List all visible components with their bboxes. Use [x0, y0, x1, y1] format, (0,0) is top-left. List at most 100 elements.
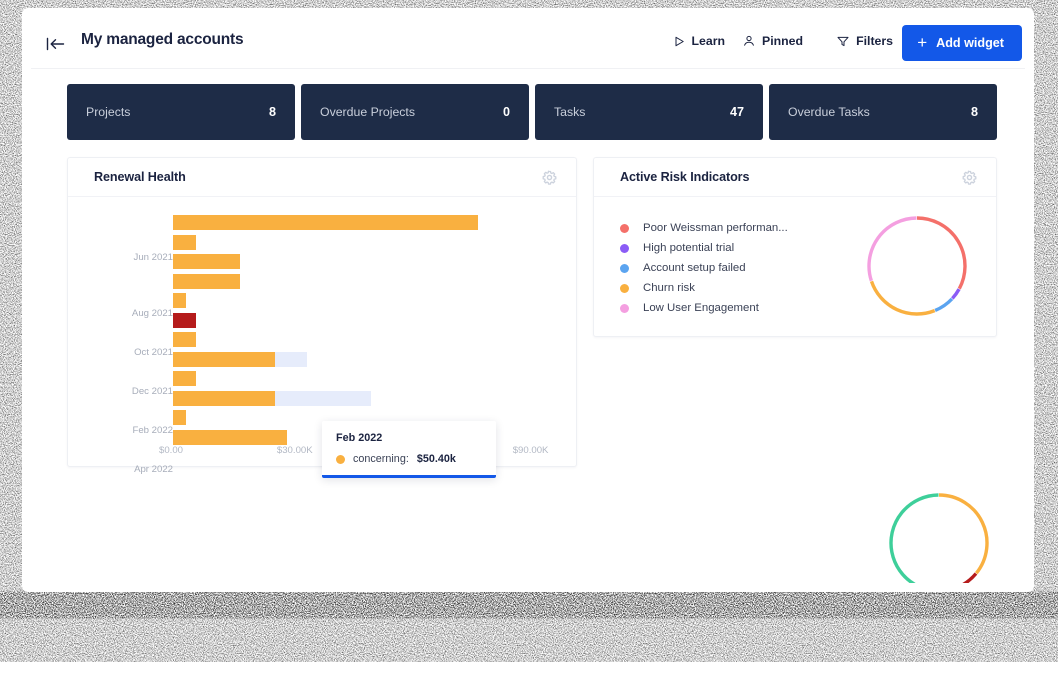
bar-row[interactable] — [173, 351, 566, 367]
legend-label: Poor Weissman performan... — [643, 222, 788, 234]
bar-concerning — [173, 215, 478, 230]
stat-label: Tasks — [554, 105, 586, 119]
play-triangle-icon — [674, 36, 685, 47]
bar-concerning — [173, 332, 197, 347]
bar-row[interactable] — [173, 371, 566, 386]
legend-item[interactable]: Account setup failed — [620, 262, 788, 274]
y-tick-label: Dec 2021 — [131, 386, 173, 397]
donut-segment[interactable] — [916, 216, 967, 290]
legend-color-dot — [620, 223, 629, 233]
legend-label: Low User Engagement — [643, 302, 759, 314]
y-tick-label: Oct 2021 — [134, 347, 173, 358]
legend-label: Account setup failed — [643, 262, 746, 274]
tooltip-title: Feb 2022 — [336, 432, 383, 444]
widget-header: Renewal Health — [68, 158, 576, 197]
widget-body: Poor Weissman performan... High potential… — [594, 197, 996, 337]
donut-svg — [867, 216, 967, 316]
bar-critical — [173, 312, 197, 328]
donut-segment[interactable] — [951, 288, 961, 300]
bar-concerning — [173, 371, 197, 386]
tooltip-value: $50.40k — [416, 453, 456, 465]
gear-icon[interactable] — [540, 168, 558, 186]
donut-segment[interactable] — [889, 493, 957, 583]
bar-row[interactable] — [173, 215, 566, 230]
filters-button[interactable]: Filters — [837, 34, 893, 48]
funnel-icon — [837, 36, 849, 47]
legend-color-dot — [620, 303, 629, 313]
y-tick-label: Feb 2022 — [132, 425, 173, 436]
pinned-label: Pinned — [762, 34, 803, 48]
bar-concerning — [173, 390, 276, 406]
donut-svg — [889, 493, 989, 583]
stat-value: 8 — [970, 105, 978, 119]
stat-label: Overdue Projects — [320, 105, 416, 119]
legend-item[interactable]: Low User Engagement — [620, 302, 788, 314]
add-widget-button[interactable]: + Add widget — [902, 25, 1022, 61]
bar-row[interactable] — [173, 312, 566, 328]
donut-segment[interactable] — [957, 572, 978, 583]
x-tick-label: $0.00 — [159, 445, 184, 456]
x-tick-label: $30.00K — [276, 445, 313, 456]
widget-title: Renewal Health — [94, 170, 186, 184]
widget-active-risk-indicators: Active Risk Indicators Poor Weissman per… — [593, 157, 997, 337]
stat-strip: Projects 8 Overdue Projects 0 Tasks 47 O… — [67, 84, 997, 140]
x-tick-label: $90.00K — [512, 445, 549, 456]
legend-item[interactable]: High potential trial — [620, 242, 788, 254]
stat-value: 8 — [268, 105, 276, 119]
stat-value: 47 — [729, 105, 744, 119]
stat-card-tasks[interactable]: Tasks 47 — [535, 84, 763, 140]
add-widget-label: Add widget — [936, 36, 1004, 50]
bar-row[interactable] — [173, 234, 566, 250]
bar-concerning — [173, 410, 187, 425]
y-tick-label: Jun 2021 — [133, 252, 173, 263]
secondary-donut-chart[interactable] — [884, 488, 994, 583]
app-header: My managed accounts Learn Pinned Filters… — [31, 17, 1025, 69]
risk-donut-chart[interactable] — [862, 211, 972, 321]
bar-row[interactable] — [173, 273, 566, 289]
y-tick-label: Aug 2021 — [131, 308, 173, 319]
stat-card-projects[interactable]: Projects 8 — [67, 84, 295, 140]
widget-title: Active Risk Indicators — [620, 170, 750, 184]
bar-concerning — [173, 273, 240, 289]
collapse-sidebar-icon[interactable] — [45, 33, 67, 55]
donut-segment[interactable] — [938, 493, 989, 575]
legend-label: Churn risk — [643, 282, 695, 294]
stat-label: Projects — [86, 105, 131, 119]
page-title: My managed accounts — [81, 31, 244, 48]
stat-label: Overdue Tasks — [788, 105, 870, 119]
legend-item[interactable]: Poor Weissman performan... — [620, 222, 788, 234]
pinned-button[interactable]: Pinned — [743, 34, 803, 48]
bar-concerning — [173, 351, 276, 367]
filters-label: Filters — [856, 34, 893, 48]
risk-legend: Poor Weissman performan... High potential… — [620, 222, 788, 314]
legend-item[interactable]: Churn risk — [620, 282, 788, 294]
app-window: My managed accounts Learn Pinned Filters… — [31, 17, 1025, 583]
widget-header: Active Risk Indicators — [594, 158, 996, 197]
gear-icon[interactable] — [960, 168, 978, 186]
donut-segment[interactable] — [867, 216, 917, 282]
legend-color-dot — [620, 243, 629, 253]
stat-card-overdue-projects[interactable]: Overdue Projects 0 — [301, 84, 529, 140]
plus-icon: + — [917, 33, 928, 52]
legend-color-dot — [620, 283, 629, 293]
bar-row[interactable] — [173, 332, 566, 347]
stat-card-overdue-tasks[interactable]: Overdue Tasks 8 — [769, 84, 997, 140]
stat-value: 0 — [502, 105, 510, 119]
bar-concerning — [173, 234, 197, 250]
tooltip-row: concerning: $50.40k — [336, 453, 482, 465]
bar-concerning — [173, 429, 287, 445]
legend-label: High potential trial — [643, 242, 735, 254]
y-tick-label: Apr 2022 — [134, 464, 173, 475]
y-axis: Jun 2021 Aug 2021 Oct 2021 Dec 2021 Feb … — [68, 197, 173, 475]
chart-tooltip: Feb 2022 concerning: $50.40k — [322, 421, 496, 478]
bar-row[interactable] — [173, 293, 566, 308]
person-icon — [743, 35, 755, 47]
bar-row[interactable] — [173, 254, 566, 269]
donut-segment[interactable] — [869, 280, 936, 316]
bar-row[interactable] — [173, 390, 566, 406]
bar-concerning — [173, 254, 240, 269]
learn-button[interactable]: Learn — [674, 34, 726, 48]
donut-segment[interactable] — [934, 297, 954, 313]
tooltip-series-label: concerning: — [353, 453, 409, 465]
learn-label: Learn — [691, 34, 726, 48]
